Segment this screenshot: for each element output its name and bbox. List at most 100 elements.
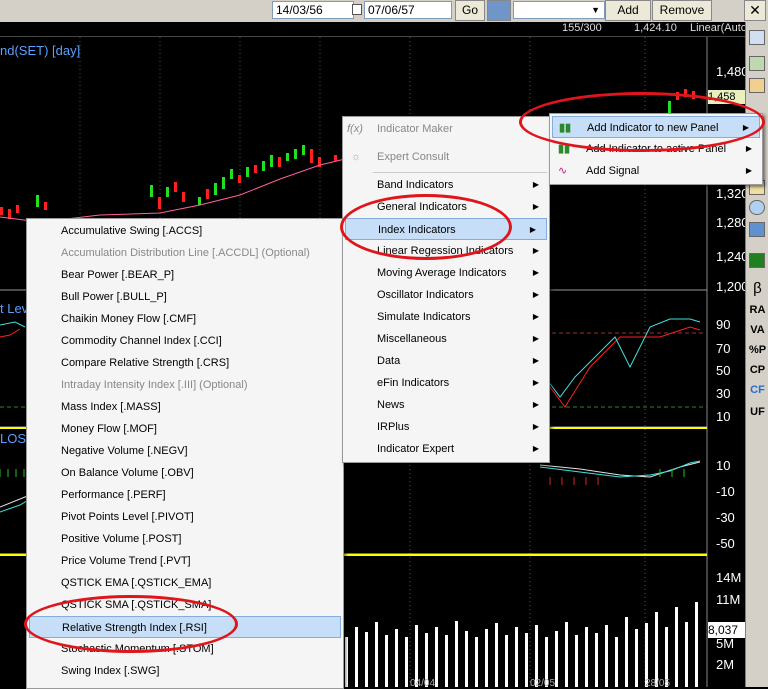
axis-tick: 90 [716, 317, 731, 332]
date-tick: 04/04 [410, 678, 436, 689]
menu-item-crs[interactable]: Compare Relative Strength [.CRS] [27, 352, 343, 374]
chevron-right-icon: ▶ [532, 246, 539, 255]
cf-button[interactable]: CF [746, 384, 768, 396]
menu-item-oscillator[interactable]: Oscillator Indicators ▶ [343, 284, 549, 306]
menu-item-data[interactable]: Data ▶ [343, 350, 549, 372]
menu-item-pivot[interactable]: Pivot Points Level [.PIVOT] [27, 506, 343, 528]
axis-tick: -30 [716, 510, 735, 525]
menu-item-negv[interactable]: Negative Volume [.NEGV] [27, 440, 343, 462]
uf-button[interactable]: UF [746, 406, 768, 418]
osc-panel-label: LOS [0, 431, 27, 446]
axis-tick: 1,320 [716, 186, 749, 201]
menu-item-news[interactable]: News ▶ [343, 394, 549, 416]
add-button[interactable]: Add [605, 0, 651, 21]
chevron-right-icon: ▶ [745, 144, 752, 153]
axis-tick: 1,240 [716, 249, 749, 264]
symbol-dropdown[interactable]: ▼ [513, 1, 605, 19]
menu-item-iii[interactable]: Intraday Intensity Index [.III] (Optiona… [27, 374, 343, 396]
chevron-right-icon: ▶ [532, 378, 539, 387]
axis-tick: 1,280 [716, 215, 749, 230]
menu-item-qstick-sma[interactable]: QSTICK SMA [.QSTICK_SMA] [27, 594, 343, 616]
menu-item-obv[interactable]: On Balance Volume [.OBV] [27, 462, 343, 484]
menu-item-qstick-ema[interactable]: QSTICK EMA [.QSTICK_EMA] [27, 572, 343, 594]
menu-item-linear-regression[interactable]: Linear Regession Indicators ▶ [343, 240, 549, 262]
axis-tick: 1,200 [716, 279, 749, 294]
menu-item-bear-power[interactable]: Bear Power [.BEAR_P] [27, 264, 343, 286]
axis-tick: -50 [716, 536, 735, 551]
bar-chart-icon: ▮▮ [558, 143, 571, 155]
bar-count: 155/300 [562, 22, 602, 34]
chevron-right-icon: ▶ [532, 180, 539, 189]
menu-item-add-new-panel[interactable]: ▮▮ Add Indicator to new Panel ▶ [552, 116, 760, 138]
ls-icon[interactable] [749, 253, 765, 268]
menu-item-rsi[interactable]: Relative Strength Index [.RSI] [29, 616, 341, 638]
menu-item-indicator-maker[interactable]: f(x) Indicator Maker [343, 118, 549, 140]
menu-item-moving-average[interactable]: Moving Average Indicators ▶ [343, 262, 549, 284]
date-tick: 02/05 [530, 678, 556, 689]
menu-item-add-active-panel[interactable]: ▮▮ Add Indicator to active Panel ▶ [550, 138, 762, 160]
calendar-icon[interactable] [352, 4, 362, 15]
menu-item-add-signal[interactable]: ∿ Add Signal ▶ [550, 160, 762, 182]
axis-tick: 2M [716, 657, 735, 672]
status-strip: 155/300 1,424.10 Linear(Auto [0, 22, 747, 37]
last-price: 1,424.10 [634, 22, 677, 34]
tools-icon[interactable] [749, 56, 765, 71]
signal-icon: ∿ [558, 165, 568, 177]
chevron-right-icon: ▶ [532, 290, 539, 299]
bar-chart-icon: ▮▮ [559, 122, 572, 134]
date-from-field[interactable]: 14/03/56 [272, 1, 354, 19]
price-tag: 1,458 [708, 90, 745, 104]
window-icon[interactable] [749, 222, 765, 237]
folder-icon[interactable] [749, 78, 765, 93]
va-button[interactable]: VA [746, 324, 768, 336]
chart-style-button[interactable] [487, 0, 511, 21]
menu-item-cmf[interactable]: Chaikin Money Flow [.CMF] [27, 308, 343, 330]
zoom-icon[interactable] [749, 200, 765, 215]
menu-item-accs[interactable]: Accumulative Swing [.ACCS] [27, 220, 343, 242]
ra-button[interactable]: RA [746, 304, 768, 316]
date-tick: 28/05 [645, 678, 671, 689]
menu-item-mass[interactable]: Mass Index [.MASS] [27, 396, 343, 418]
add-indicator-menu: ▮▮ Add Indicator to new Panel ▶ ▮▮ Add I… [549, 113, 763, 185]
chevron-right-icon: ▶ [532, 334, 539, 343]
menu-item-stom[interactable]: Stochastic Momentum [.STOM] [27, 638, 343, 660]
axis-tick: -10 [716, 484, 735, 499]
axis-tick: 70 [716, 341, 731, 356]
menu-item-simulate[interactable]: Simulate Indicators ▶ [343, 306, 549, 328]
menu-item-pvt[interactable]: Price Volume Trend [.PVT] [27, 550, 343, 572]
scale-mode: Linear(Auto [690, 22, 747, 34]
top-toolbar: 14/03/56 07/06/57 Go ▼ Add Remove ✕ [0, 0, 768, 23]
menu-item-miscellaneous[interactable]: Miscellaneous ▶ [343, 328, 549, 350]
chart-title: nd(SET) [day] [0, 43, 81, 58]
menu-item-index-indicators[interactable]: Index Indicators ▶ [345, 218, 547, 240]
menu-item-efin[interactable]: eFin Indicators ▶ [343, 372, 549, 394]
expert-icon: ☼ [351, 151, 362, 163]
menu-item-irplus[interactable]: IRPlus ▶ [343, 416, 549, 438]
table-icon[interactable] [749, 30, 765, 45]
menu-item-expert-consult[interactable]: ☼ Expert Consult [343, 146, 549, 168]
chevron-right-icon: ▶ [745, 166, 752, 175]
chevron-right-icon: ▶ [532, 202, 539, 211]
axis-tick: 10 [716, 409, 731, 424]
chevron-right-icon: ▶ [532, 268, 539, 277]
menu-item-post[interactable]: Positive Volume [.POST] [27, 528, 343, 550]
menu-item-swg[interactable]: Swing Index [.SWG] [27, 660, 343, 682]
menu-item-accdl[interactable]: Accumulation Distribution Line [.ACCDL] … [27, 242, 343, 264]
axis-tick: 14M [716, 570, 742, 585]
percent-p-button[interactable]: %P [746, 344, 768, 356]
close-icon[interactable]: ✕ [744, 0, 766, 21]
menu-item-band-indicators[interactable]: Band Indicators ▶ [343, 174, 549, 196]
beta-icon[interactable]: β [746, 280, 768, 297]
cp-button[interactable]: CP [746, 364, 768, 376]
go-button[interactable]: Go [455, 0, 485, 21]
menu-item-indicator-expert[interactable]: Indicator Expert ▶ [343, 438, 549, 460]
menu-item-mof[interactable]: Money Flow [.MOF] [27, 418, 343, 440]
menu-item-perf[interactable]: Performance [.PERF] [27, 484, 343, 506]
date-to-field[interactable]: 07/06/57 [364, 1, 452, 19]
menu-item-bull-power[interactable]: Bull Power [.BULL_P] [27, 286, 343, 308]
remove-button[interactable]: Remove [652, 0, 712, 21]
chevron-right-icon: ▶ [532, 422, 539, 431]
index-indicators-menu: Accumulative Swing [.ACCS] Accumulation … [26, 218, 344, 689]
menu-item-general-indicators[interactable]: General Indicators ▶ [343, 196, 549, 218]
menu-item-cci[interactable]: Commodity Channel Index [.CCI] [27, 330, 343, 352]
